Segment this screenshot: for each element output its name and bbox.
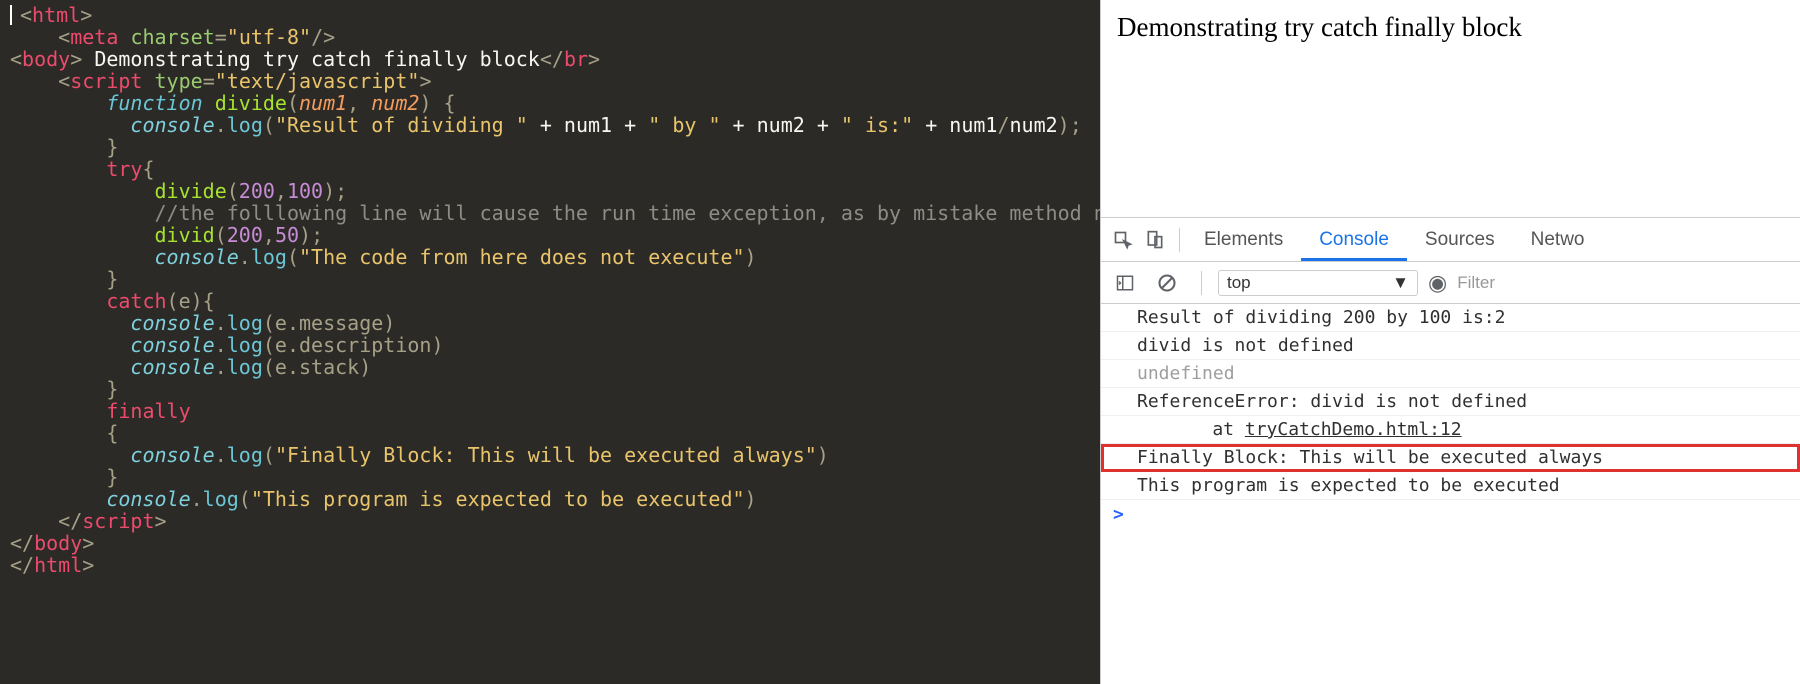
console-row: divid is not defined	[1101, 332, 1800, 360]
code-line[interactable]: console.log("The code from here does not…	[10, 246, 1100, 268]
console-row: undefined	[1101, 360, 1800, 388]
devtools-tabbar: ElementsConsoleSourcesNetwo	[1101, 218, 1800, 262]
right-panel: Demonstrating try catch finally block El…	[1100, 0, 1800, 684]
code-line[interactable]: </body>	[10, 532, 1100, 554]
page-heading: Demonstrating try catch finally block	[1117, 12, 1522, 42]
console-toolbar: top ▼ ◉ Filter	[1101, 262, 1800, 304]
code-line[interactable]: console.log("Finally Block: This will be…	[10, 444, 1100, 466]
code-line[interactable]: catch(e){	[10, 290, 1100, 312]
filter-input[interactable]: Filter	[1457, 273, 1790, 293]
code-line[interactable]: </html>	[10, 554, 1100, 576]
code-line[interactable]: console.log("This program is expected to…	[10, 488, 1100, 510]
live-expression-icon[interactable]: ◉	[1428, 270, 1447, 296]
code-line[interactable]: <meta charset="utf-8"/>	[10, 26, 1100, 48]
clear-console-icon[interactable]	[1153, 269, 1181, 297]
code-line[interactable]: <script type="text/javascript">	[10, 70, 1100, 92]
code-line[interactable]: console.log(e.stack)	[10, 356, 1100, 378]
divider	[1179, 228, 1180, 252]
code-line[interactable]: }	[10, 268, 1100, 290]
code-line[interactable]: <body> Demonstrating try catch finally b…	[10, 48, 1100, 70]
console-prompt[interactable]: >	[1101, 500, 1800, 529]
code-line[interactable]: try{	[10, 158, 1100, 180]
code-line[interactable]: }	[10, 378, 1100, 400]
code-line[interactable]: <html>	[10, 4, 1100, 26]
tab-console[interactable]: Console	[1301, 218, 1407, 261]
code-line[interactable]: divide(200,100);	[10, 180, 1100, 202]
code-line[interactable]: finally	[10, 400, 1100, 422]
code-line[interactable]: //the folllowing line will cause the run…	[10, 202, 1100, 224]
tab-netwo[interactable]: Netwo	[1513, 218, 1603, 261]
stack-link[interactable]: tryCatchDemo.html:12	[1245, 419, 1462, 440]
device-toggle-icon[interactable]	[1141, 226, 1169, 254]
code-line[interactable]: divid(200,50);	[10, 224, 1100, 246]
code-line[interactable]: console.log(e.description)	[10, 334, 1100, 356]
console-row: at tryCatchDemo.html:12	[1101, 416, 1800, 444]
context-label: top	[1227, 273, 1251, 293]
console-row: Result of dividing 200 by 100 is:2	[1101, 304, 1800, 332]
console-output: Result of dividing 200 by 100 is:2divid …	[1101, 304, 1800, 529]
rendered-page: Demonstrating try catch finally block	[1101, 0, 1800, 218]
code-line[interactable]: }	[10, 466, 1100, 488]
console-row: This program is expected to be executed	[1101, 472, 1800, 500]
show-console-sidebar-icon[interactable]	[1111, 269, 1139, 297]
devtools: ElementsConsoleSourcesNetwo top ▼ ◉ Filt…	[1101, 218, 1800, 684]
code-line[interactable]: }	[10, 136, 1100, 158]
select-element-icon[interactable]	[1109, 226, 1137, 254]
code-editor[interactable]: <html> <meta charset="utf-8"/><body> Dem…	[0, 0, 1100, 684]
code-line[interactable]: function divide(num1, num2) {	[10, 92, 1100, 114]
tab-elements[interactable]: Elements	[1186, 218, 1301, 261]
chevron-down-icon: ▼	[1392, 273, 1409, 293]
console-row: ReferenceError: divid is not defined	[1101, 388, 1800, 416]
context-selector[interactable]: top ▼	[1218, 270, 1418, 296]
tab-sources[interactable]: Sources	[1407, 218, 1513, 261]
code-line[interactable]: </script>	[10, 510, 1100, 532]
code-line[interactable]: console.log(e.message)	[10, 312, 1100, 334]
code-line[interactable]: {	[10, 422, 1100, 444]
console-row: Finally Block: This will be executed alw…	[1101, 444, 1800, 472]
divider	[1201, 271, 1202, 295]
code-line[interactable]: console.log("Result of dividing " + num1…	[10, 114, 1100, 136]
